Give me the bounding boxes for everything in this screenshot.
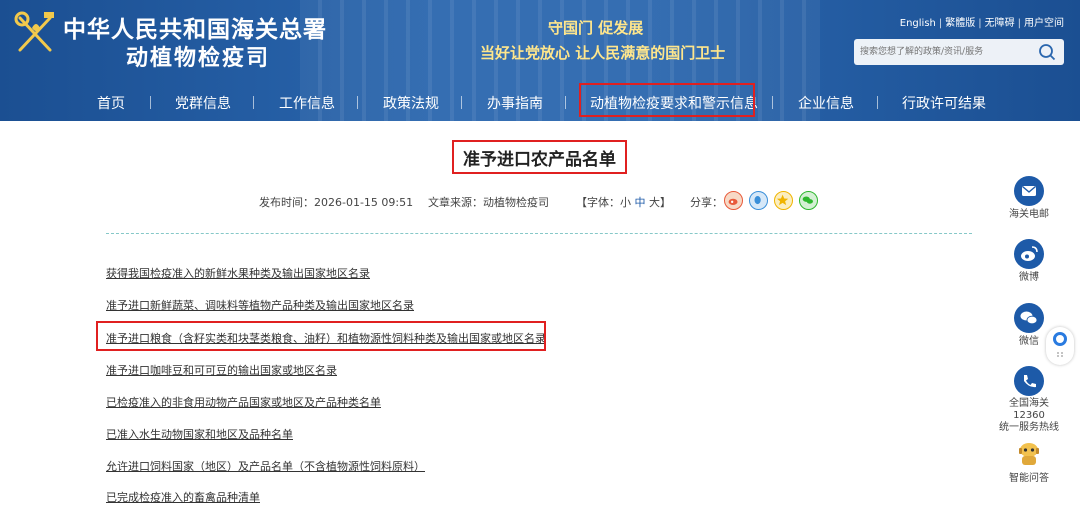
mail-icon — [1022, 185, 1036, 196]
list-item[interactable]: 允许进口饲料国家（地区）及产品名单（不含植物源性饲料原料） — [106, 458, 425, 474]
side-mail[interactable]: 海关电邮 — [996, 176, 1062, 221]
link-accessibility[interactable]: 无障碍 — [985, 18, 1015, 29]
list-item[interactable]: 已准入水生动物国家和地区及品种名单 — [106, 426, 293, 442]
share-wechat-icon[interactable] — [799, 191, 819, 210]
link-user-space[interactable]: 用户空间 — [1024, 18, 1064, 29]
site-header: 中华人民共和国海关总署 动植物检疫司 守国门 促发展 当好让党放心 让人民满意的… — [0, 0, 1080, 121]
floating-widget[interactable] — [1046, 327, 1074, 365]
list-item[interactable]: 已完成检疫准入的畜禽品种清单 — [106, 489, 260, 505]
link-traditional[interactable]: 繁體版 — [945, 18, 975, 29]
search-box — [854, 39, 1064, 65]
top-links: English | 繁體版 | 无障碍 | 用户空间 — [899, 18, 1064, 29]
link-english[interactable]: English — [900, 18, 936, 29]
floating-widget-icon — [1053, 332, 1067, 357]
list-item[interactable]: 已检疫准入的非食用动物产品国家或地区及产品种类名单 — [106, 394, 381, 410]
weibo-icon — [1021, 246, 1038, 261]
main-nav: 首页 党群信息 工作信息 政策法规 办事指南 动植物检疫要求和警示信息 企业信息… — [0, 84, 1080, 120]
font-small-button[interactable]: 小 — [620, 196, 631, 209]
slogan-line1: 守国门 促发展 — [548, 19, 644, 37]
list-item[interactable]: 获得我国检疫准入的新鲜水果种类及输出国家地区名录 — [106, 265, 370, 281]
robot-assistant-icon — [1019, 443, 1039, 465]
nav-work[interactable]: 工作信息 — [279, 93, 335, 113]
side-hotline[interactable]: 全国海关12360 统一服务热线 — [996, 366, 1062, 434]
nav-license-results[interactable]: 行政许可结果 — [902, 93, 986, 113]
nav-guide[interactable]: 办事指南 — [487, 93, 543, 113]
nav-highlight-box — [579, 83, 755, 117]
font-size-control: 【字体：小 中 大】 — [576, 196, 671, 209]
publish-time: 发布时间：2026-01-15 09:51 — [259, 196, 414, 209]
side-qa[interactable]: 智能问答 — [996, 438, 1062, 485]
nav-party[interactable]: 党群信息 — [175, 93, 231, 113]
share-qzone-icon[interactable] — [774, 191, 794, 210]
nav-home[interactable]: 首页 — [97, 93, 125, 113]
divider — [106, 233, 972, 234]
side-weibo[interactable]: 微博 — [996, 239, 1062, 284]
list-item[interactable]: 准予进口新鲜蔬菜、调味料等植物产品种类及输出国家地区名录 — [106, 297, 414, 313]
phone-icon — [1024, 375, 1036, 388]
font-large-button[interactable]: 大 — [649, 196, 660, 209]
share-weibo-icon[interactable] — [724, 191, 743, 210]
nav-policy[interactable]: 政策法规 — [383, 93, 439, 113]
search-icon[interactable] — [1038, 43, 1056, 61]
search-input[interactable] — [854, 39, 1030, 65]
nav-enterprise[interactable]: 企业信息 — [798, 93, 854, 113]
wechat-icon — [1020, 311, 1038, 325]
org-name-line2: 动植物检疫司 — [126, 45, 271, 71]
page-title: 准予进口农产品名单 — [463, 150, 616, 170]
customs-emblem-icon — [14, 11, 54, 52]
org-name-line1: 中华人民共和国海关总署 — [63, 16, 327, 43]
slogan-line2: 当好让党放心 让人民满意的国门卫士 — [480, 44, 726, 62]
list-item[interactable]: 准予进口咖啡豆和可可豆的输出国家或地区名录 — [106, 362, 337, 378]
share-icons — [724, 191, 819, 211]
font-medium-button[interactable]: 中 — [635, 196, 646, 209]
link-highlight-box — [96, 321, 546, 351]
share-label: 分享： — [690, 196, 723, 209]
article-source: 文章来源：动植物检疫司 — [428, 196, 549, 209]
share-qq-icon[interactable] — [749, 191, 769, 210]
